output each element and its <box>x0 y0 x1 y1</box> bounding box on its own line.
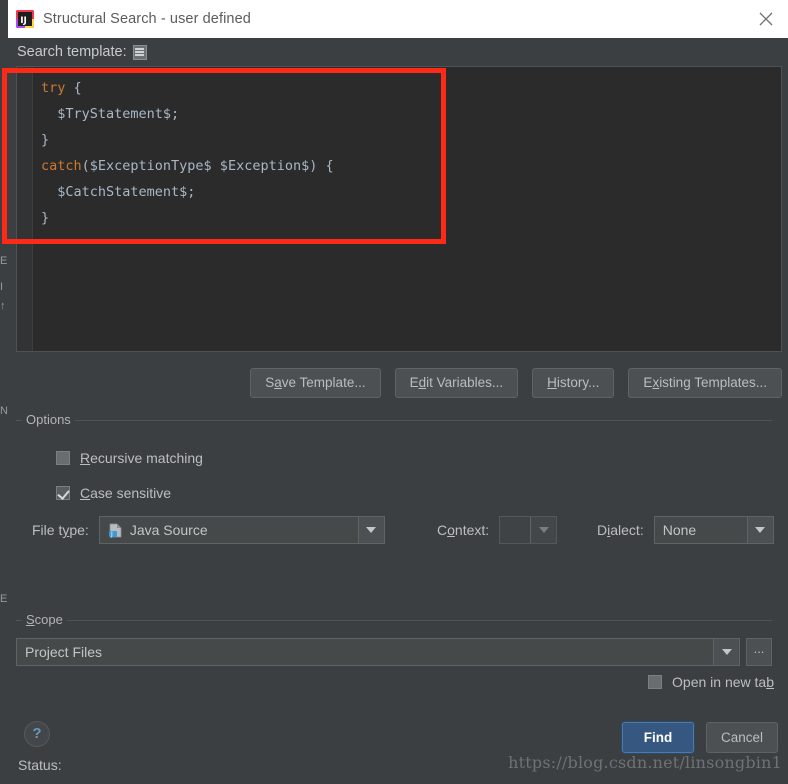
find-button[interactable]: Find <box>621 722 694 753</box>
background-text-fragment: N <box>0 405 8 417</box>
scope-dropdown-arrow[interactable] <box>713 639 739 665</box>
code-line: } <box>41 127 781 153</box>
file-type-dropdown-arrow[interactable] <box>357 517 384 543</box>
search-template-label: Search template: <box>17 44 127 60</box>
code-line: catch($ExceptionType$ $Exception$) { <box>41 153 781 179</box>
code-line: } <box>41 205 781 231</box>
mnemonic-c: C <box>80 485 91 501</box>
save-template-button[interactable]: Save Template... <box>250 368 381 398</box>
mnemonic-o: o <box>447 522 455 538</box>
mnemonic-char: x <box>652 375 660 390</box>
cancel-button[interactable]: Cancel <box>705 722 778 753</box>
open-in-new-tab-checkbox[interactable]: Open in new tab <box>648 674 774 690</box>
dialog-action-buttons: Find Cancel <box>621 722 778 753</box>
dialect-value: None <box>662 522 697 538</box>
help-icon[interactable]: ? <box>24 721 50 747</box>
scope-value: Project Files <box>25 644 103 660</box>
mnemonic-char: d <box>418 375 427 390</box>
open-in-new-tab-label: Open in new tab <box>672 674 774 690</box>
watermark-url: https://blog.csdn.net/linsongbin1 <box>508 753 782 772</box>
file-type-value: Java Source <box>129 522 208 538</box>
template-buttons-row: Save Template... Edit Variables... History… <box>16 368 782 398</box>
group-divider <box>16 420 772 421</box>
template-list-icon[interactable] <box>132 44 147 60</box>
mnemonic-y: y <box>62 522 70 538</box>
case-sensitive-box[interactable] <box>56 486 70 500</box>
recursive-matching-box[interactable] <box>56 451 70 465</box>
code-token: } <box>41 132 50 148</box>
scope-group-title: Scope <box>22 612 67 627</box>
status-label: Status: <box>18 757 62 773</box>
editor-gutter <box>17 67 33 351</box>
scope-row: Project Files ... <box>16 638 772 666</box>
intellij-idea-icon: IJ <box>16 10 34 28</box>
dialect-label: Dialect: <box>597 522 644 538</box>
close-icon[interactable] <box>744 0 788 38</box>
dialect-dropdown-arrow[interactable] <box>746 517 773 543</box>
mnemonic-char: a <box>274 375 282 390</box>
search-template-header: Search template: <box>8 38 788 66</box>
case-sensitive-checkbox[interactable]: Case sensitive <box>56 485 171 501</box>
mnemonic-s: S <box>26 612 35 627</box>
background-text-fragment: I <box>0 281 4 293</box>
code-line: try { <box>41 75 781 101</box>
background-text-fragment: E <box>0 593 8 605</box>
recursive-matching-label: Recursive matching <box>80 450 203 466</box>
context-dropdown-arrow[interactable] <box>530 517 557 543</box>
recursive-matching-checkbox[interactable]: Recursive matching <box>56 450 203 466</box>
file-type-label: File type: <box>32 522 89 538</box>
history-button[interactable]: History... <box>532 368 615 398</box>
mnemonic-r: R <box>80 450 91 466</box>
dialog-title: Structural Search - user defined <box>43 11 251 27</box>
background-text-fragment: ↑ <box>0 300 6 312</box>
code-line: $CatchStatement$; <box>41 179 781 205</box>
context-label: Context: <box>437 522 490 538</box>
case-sensitive-label: Case sensitive <box>80 485 172 501</box>
context-combo[interactable] <box>499 516 558 544</box>
code-token: } <box>41 210 50 226</box>
context-field[interactable]: Context: <box>437 516 558 544</box>
mnemonic-char: H <box>547 375 557 390</box>
code-token: $CatchStatement$; <box>41 184 196 200</box>
code-token: { <box>65 80 82 96</box>
scope-combo[interactable]: Project Files <box>16 638 740 666</box>
options-group-title: Options <box>22 412 75 427</box>
code-token: catch <box>41 158 82 174</box>
edit-variables-button[interactable]: Edit Variables... <box>394 368 519 398</box>
dialect-field[interactable]: Dialect: None <box>597 516 774 544</box>
search-template-editor[interactable]: try { $TryStatement$;} catch($ExceptionTy… <box>16 66 782 352</box>
svg-text:J: J <box>110 531 113 538</box>
dialog-title-bar: IJ Structural Search - user defined <box>8 0 788 38</box>
file-type-combo[interactable]: J Java Source <box>98 516 385 544</box>
dialect-combo[interactable]: None <box>653 516 774 544</box>
svg-text:IJ: IJ <box>20 16 27 26</box>
editor-code-area[interactable]: try { $TryStatement$;} catch($ExceptionTy… <box>33 67 781 351</box>
mnemonic-b: b <box>766 674 774 690</box>
open-in-new-tab-box[interactable] <box>648 675 663 689</box>
mnemonic-i: i <box>607 522 611 538</box>
file-type-field[interactable]: File type: J Java Source <box>32 516 385 544</box>
code-line: $TryStatement$; <box>41 101 781 127</box>
group-divider <box>16 620 772 621</box>
background-text-fragment: E <box>0 255 8 267</box>
existing-templates-button[interactable]: Existing Templates... <box>628 368 782 398</box>
code-token: $TryStatement$; <box>41 106 180 122</box>
file-type-value-wrap: J Java Source <box>100 522 358 538</box>
scope-browse-button[interactable]: ... <box>746 638 772 666</box>
java-source-file-icon: J <box>108 523 123 538</box>
code-token: try <box>41 80 66 96</box>
code-token: ($ExceptionType$ $Exception$) { <box>81 158 334 174</box>
